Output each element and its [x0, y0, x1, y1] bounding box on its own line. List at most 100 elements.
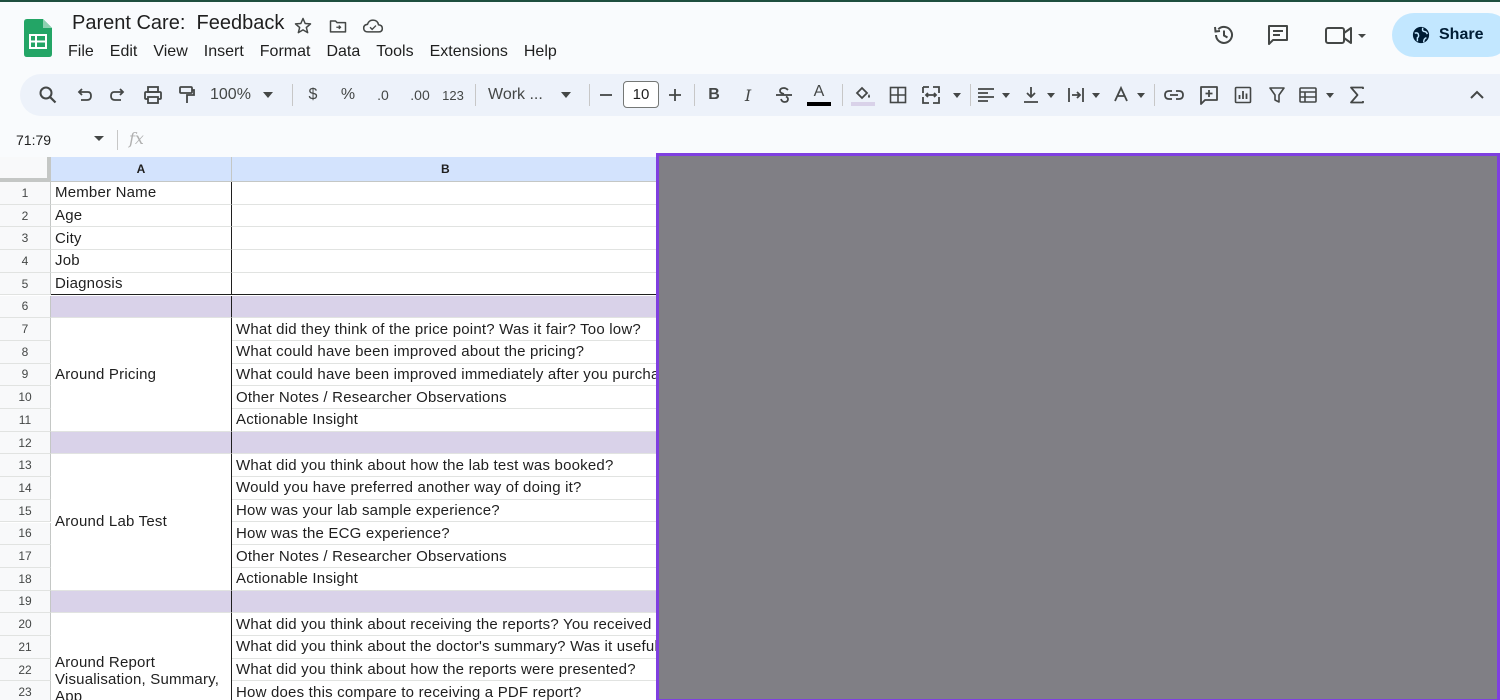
sheets-logo-icon[interactable]	[24, 19, 52, 57]
cell[interactable]	[232, 273, 658, 296]
cell[interactable]: What did you think about receiving the r…	[232, 613, 658, 636]
cell[interactable]	[232, 590, 658, 614]
cell[interactable]: How was the ECG experience?	[232, 523, 658, 546]
select-all-corner[interactable]	[0, 157, 51, 182]
strikethrough-icon[interactable]	[772, 82, 796, 108]
group-cell-report[interactable]: Around Report Visualisation, Summary, Ap…	[51, 613, 232, 700]
row-number[interactable]: 8	[0, 340, 51, 364]
row-number[interactable]: 18	[0, 567, 51, 591]
collapse-toolbar-icon[interactable]	[1466, 82, 1488, 108]
cell[interactable]: What did you think about how the lab tes…	[232, 454, 658, 478]
horizontal-align-icon[interactable]	[976, 82, 1012, 108]
row-number[interactable]: 5	[0, 272, 51, 296]
cell[interactable]: Would you have preferred another way of …	[232, 477, 658, 500]
increase-font-size-icon[interactable]	[665, 82, 685, 108]
cell[interactable]: What could have been improved immediatel…	[232, 364, 658, 387]
menu-tools[interactable]: Tools	[376, 42, 420, 63]
menu-format[interactable]: Format	[260, 42, 318, 63]
move-to-folder-icon[interactable]	[326, 14, 350, 38]
row-number[interactable]: 20	[0, 613, 51, 636]
cell[interactable]	[232, 205, 658, 228]
row-number[interactable]: 16	[0, 522, 51, 546]
column-header-a[interactable]: A	[51, 157, 232, 182]
cell[interactable]: How was your lab sample experience?	[232, 500, 658, 523]
decrease-font-size-icon[interactable]	[596, 82, 616, 108]
menu-edit[interactable]: Edit	[110, 42, 145, 63]
cell[interactable]: Actionable Insight	[232, 568, 658, 591]
share-button[interactable]: Share	[1392, 13, 1500, 57]
menu-help[interactable]: Help	[524, 42, 564, 63]
star-icon[interactable]	[291, 14, 315, 38]
row-number[interactable]: 21	[0, 636, 51, 659]
group-cell-pricing[interactable]: Around Pricing	[51, 318, 232, 432]
document-title[interactable]: Parent Care: Feedback	[72, 12, 284, 35]
cell[interactable]: Job	[51, 250, 232, 273]
cell[interactable]: Other Notes / Researcher Observations	[232, 386, 658, 409]
vertical-align-icon[interactable]	[1021, 82, 1057, 108]
menu-data[interactable]: Data	[326, 42, 367, 63]
version-history-icon[interactable]	[1209, 20, 1239, 50]
cell[interactable]: Member Name	[51, 182, 232, 205]
cell[interactable]: Actionable Insight	[232, 409, 658, 432]
cell[interactable]	[232, 295, 658, 319]
bold-button[interactable]: B	[704, 82, 724, 108]
row-number[interactable]: 22	[0, 658, 51, 682]
cell[interactable]: How does this compare to receiving a PDF…	[232, 681, 658, 700]
cell[interactable]	[232, 227, 658, 251]
font-family-select[interactable]: Work ...	[488, 82, 578, 108]
meet-icon[interactable]	[1322, 20, 1370, 50]
redo-icon[interactable]	[106, 82, 130, 108]
cell[interactable]	[232, 182, 658, 205]
print-icon[interactable]	[141, 82, 165, 108]
undo-icon[interactable]	[72, 82, 96, 108]
name-box[interactable]: 71:79	[16, 132, 51, 148]
more-formats-button[interactable]: 123	[440, 82, 466, 108]
fill-color-icon[interactable]	[850, 82, 876, 108]
row-number[interactable]: 17	[0, 545, 51, 568]
name-box-caret-icon[interactable]	[94, 136, 104, 141]
text-color-button[interactable]: A	[806, 82, 832, 108]
group-cell-lab-test[interactable]: Around Lab Test	[51, 454, 232, 591]
increase-decimal-button[interactable]: .00	[405, 82, 435, 108]
menu-insert[interactable]: Insert	[204, 42, 251, 63]
filter-icon[interactable]	[1265, 82, 1289, 108]
paint-format-icon[interactable]	[175, 82, 199, 108]
filter-views-icon[interactable]	[1298, 82, 1338, 108]
font-size-input[interactable]: 10	[623, 81, 659, 108]
row-number[interactable]: 14	[0, 477, 51, 500]
cell[interactable]: Diagnosis	[51, 272, 232, 296]
insert-chart-icon[interactable]	[1231, 82, 1255, 108]
row-number[interactable]: 13	[0, 454, 51, 478]
row-number[interactable]: 6	[0, 295, 51, 319]
row-number[interactable]: 10	[0, 386, 51, 409]
decrease-decimal-button[interactable]: .0	[370, 82, 396, 108]
italic-button[interactable]: I	[738, 82, 758, 108]
row-number[interactable]: 15	[0, 499, 51, 523]
zoom-select[interactable]: 100%	[210, 82, 282, 108]
currency-format-button[interactable]: $	[303, 82, 323, 108]
cell[interactable]	[51, 431, 232, 455]
menu-file[interactable]: File	[68, 42, 101, 63]
cell[interactable]: What did they think of the price point? …	[232, 318, 658, 341]
cell[interactable]: City	[51, 227, 232, 251]
cell[interactable]	[232, 250, 658, 273]
text-rotation-icon[interactable]	[1111, 82, 1147, 108]
row-number[interactable]: 7	[0, 318, 51, 341]
row-number[interactable]: 2	[0, 204, 51, 228]
row-number[interactable]: 12	[0, 431, 51, 455]
row-number[interactable]: 11	[0, 409, 51, 432]
row-number[interactable]: 3	[0, 227, 51, 251]
cloud-status-icon[interactable]	[361, 14, 385, 38]
percent-format-button[interactable]: %	[337, 82, 359, 108]
cell[interactable]: Other Notes / Researcher Observations	[232, 545, 658, 568]
cell[interactable]	[51, 590, 232, 614]
insert-link-icon[interactable]	[1162, 82, 1186, 108]
cell[interactable]	[51, 295, 232, 319]
functions-icon[interactable]	[1346, 82, 1368, 108]
cell[interactable]: What did you think about the doctor's su…	[232, 636, 658, 659]
search-icon[interactable]	[36, 82, 60, 108]
row-number[interactable]: 4	[0, 250, 51, 273]
cell[interactable]: Age	[51, 204, 232, 228]
row-number[interactable]: 23	[0, 681, 51, 700]
comments-icon[interactable]	[1263, 20, 1293, 50]
